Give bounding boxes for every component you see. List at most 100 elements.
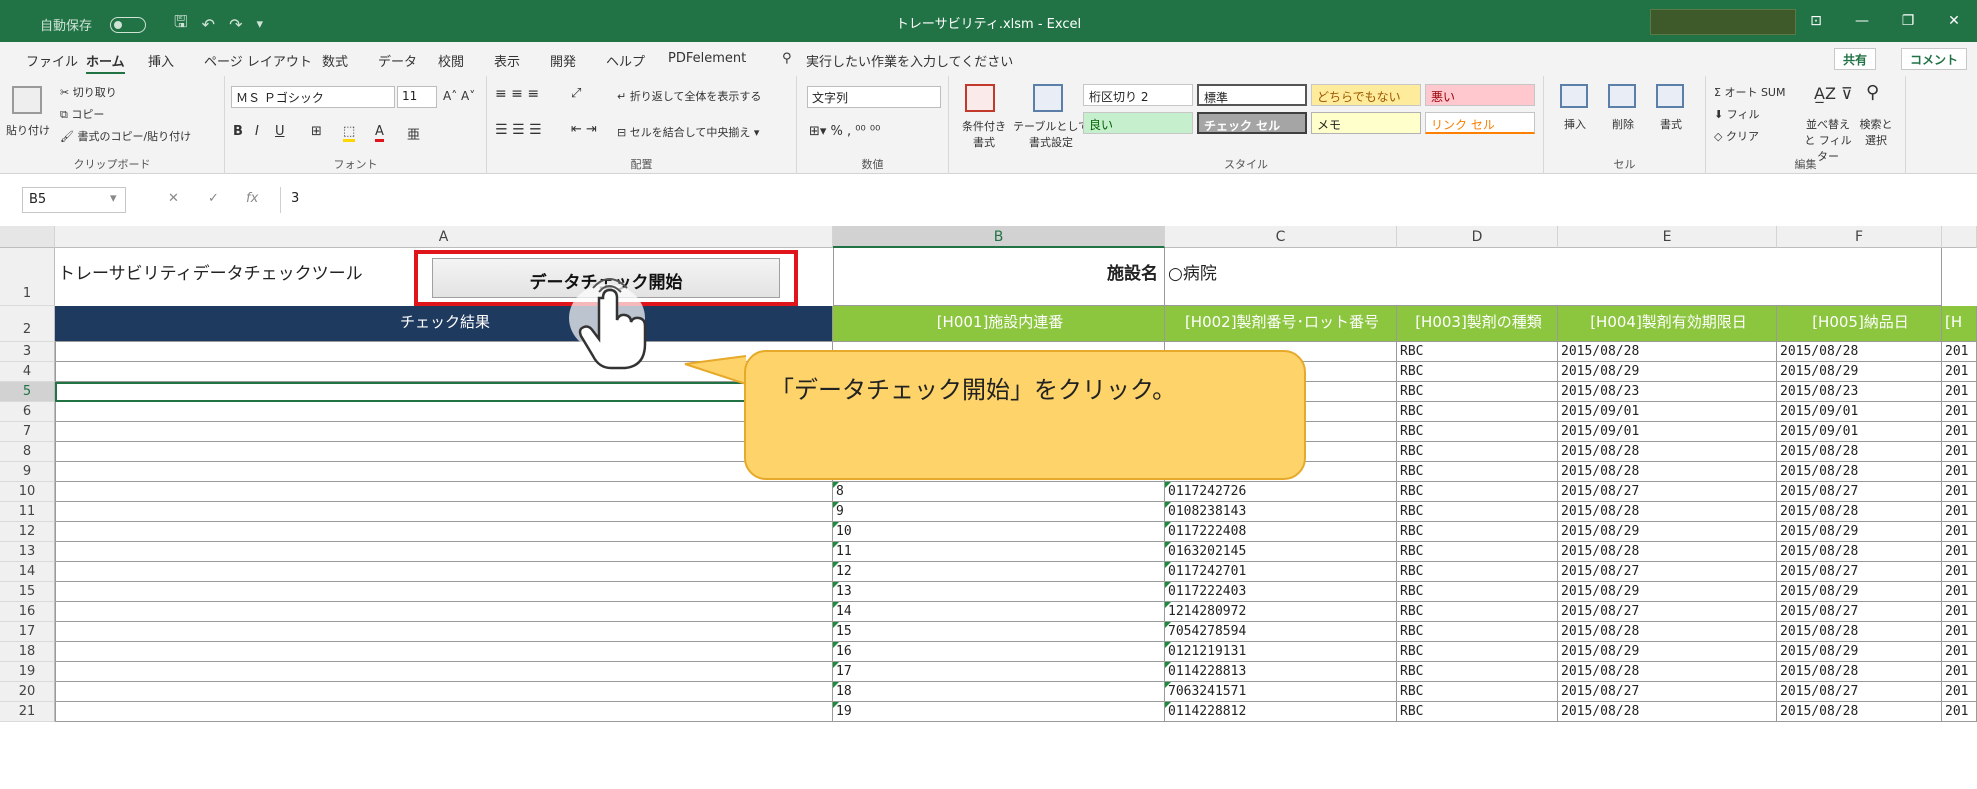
cell-check-result[interactable]	[55, 462, 833, 482]
cell-seq[interactable]: 16	[833, 642, 1165, 662]
cell-type[interactable]: RBC	[1397, 662, 1558, 682]
cell-delivery[interactable]: 2015/08/29	[1777, 642, 1942, 662]
cell-delivery[interactable]: 2015/08/29	[1777, 582, 1942, 602]
tab-insert[interactable]: 挿入	[148, 51, 174, 70]
cell-g[interactable]: 201	[1942, 582, 1977, 602]
cell-type[interactable]: RBC	[1397, 622, 1558, 642]
underline-icon[interactable]: U	[275, 124, 285, 139]
cell-lot[interactable]: 0117242701	[1165, 562, 1397, 582]
cell-g[interactable]: 201	[1942, 522, 1977, 542]
cell-delivery[interactable]: 2015/08/27	[1777, 482, 1942, 502]
format-as-table-icon[interactable]	[1033, 84, 1063, 112]
style-bad[interactable]: 悪い	[1425, 84, 1535, 106]
cell-check-result[interactable]	[55, 402, 833, 422]
tab-home[interactable]: ホーム	[86, 51, 125, 74]
cell-delivery[interactable]: 2015/08/28	[1777, 442, 1942, 462]
font-grow-icon[interactable]: A˄ A˅	[443, 89, 475, 103]
tab-view[interactable]: 表示	[494, 51, 520, 70]
cell-type[interactable]: RBC	[1397, 582, 1558, 602]
style-check-cell[interactable]: チェック セル	[1197, 112, 1307, 134]
row-header[interactable]: 20	[0, 682, 55, 702]
column-header-a[interactable]: A	[55, 226, 833, 248]
wrap-text-button[interactable]: ↵ 折り返して全体を表示する	[617, 88, 761, 104]
cell-g[interactable]: 201	[1942, 382, 1977, 402]
cell-type[interactable]: RBC	[1397, 462, 1558, 482]
format-as-table-button[interactable]: テーブルとして 書式設定	[1013, 118, 1089, 150]
row-header[interactable]: 15	[0, 582, 55, 602]
cell-delivery[interactable]: 2015/08/28	[1777, 502, 1942, 522]
cell-g[interactable]: 201	[1942, 682, 1977, 702]
font-color-icon[interactable]: A	[375, 124, 384, 142]
column-header-e[interactable]: E	[1558, 226, 1777, 248]
cell-expiry[interactable]: 2015/08/29	[1558, 522, 1777, 542]
number-format-select[interactable]: 文字列	[807, 86, 941, 108]
cell-check-result[interactable]	[55, 422, 833, 442]
cell-type[interactable]: RBC	[1397, 602, 1558, 622]
cell-delivery[interactable]: 2015/08/28	[1777, 702, 1942, 722]
tab-pdfelement[interactable]: PDFelement	[668, 51, 746, 66]
cell-seq[interactable]: 19	[833, 702, 1165, 722]
cell-lot[interactable]: 0121219131	[1165, 642, 1397, 662]
cell-check-result[interactable]	[55, 682, 833, 702]
cell-expiry[interactable]: 2015/08/28	[1558, 702, 1777, 722]
cell-seq[interactable]: 17	[833, 662, 1165, 682]
cell-delivery[interactable]: 2015/08/27	[1777, 562, 1942, 582]
cell-seq[interactable]: 12	[833, 562, 1165, 582]
cell-g[interactable]: 201	[1942, 662, 1977, 682]
row-header[interactable]: 21	[0, 702, 55, 722]
cell-lot[interactable]: 0163202145	[1165, 542, 1397, 562]
bold-icon[interactable]: B	[233, 124, 243, 139]
cell-expiry[interactable]: 2015/08/27	[1558, 682, 1777, 702]
cell-delivery[interactable]: 2015/08/28	[1777, 462, 1942, 482]
row-header[interactable]: 6	[0, 402, 55, 422]
row-header[interactable]: 11	[0, 502, 55, 522]
cell-expiry[interactable]: 2015/08/28	[1558, 462, 1777, 482]
cell-seq[interactable]: 10	[833, 522, 1165, 542]
conditional-format-icon[interactable]	[965, 84, 995, 112]
cell-lot[interactable]: 0108238143	[1165, 502, 1397, 522]
cell-seq[interactable]: 18	[833, 682, 1165, 702]
cell-g[interactable]: 201	[1942, 542, 1977, 562]
cell-type[interactable]: RBC	[1397, 482, 1558, 502]
cell-expiry[interactable]: 2015/09/01	[1558, 402, 1777, 422]
column-header-d[interactable]: D	[1397, 226, 1558, 248]
cell-lot[interactable]: 7054278594	[1165, 622, 1397, 642]
restore-icon[interactable]: ❐	[1885, 0, 1931, 42]
style-good[interactable]: 良い	[1083, 112, 1193, 134]
cell-g[interactable]: 201	[1942, 422, 1977, 442]
cell-check-result[interactable]	[55, 442, 833, 462]
style-normal[interactable]: 標準	[1197, 84, 1307, 106]
cell-delivery[interactable]: 2015/08/28	[1777, 622, 1942, 642]
cell-g[interactable]: 201	[1942, 462, 1977, 482]
cell-seq[interactable]: 9	[833, 502, 1165, 522]
fill-button[interactable]: ⬇ フィル	[1714, 106, 1760, 122]
cell-g[interactable]: 201	[1942, 562, 1977, 582]
row-header[interactable]: 10	[0, 482, 55, 502]
name-box-dropdown-icon[interactable]: ▾	[110, 191, 117, 206]
cell-delivery[interactable]: 2015/08/28	[1777, 342, 1942, 362]
cell-lot[interactable]: 1214280972	[1165, 602, 1397, 622]
cell-seq[interactable]: 14	[833, 602, 1165, 622]
row-header[interactable]: 5	[0, 382, 55, 402]
cell-check-result[interactable]	[55, 662, 833, 682]
column-header-b[interactable]: B	[833, 226, 1165, 248]
cell-seq[interactable]: 13	[833, 582, 1165, 602]
cell-delivery[interactable]: 2015/09/01	[1777, 422, 1942, 442]
style-linked-cell[interactable]: リンク セル	[1425, 112, 1535, 134]
cell-lot[interactable]: 0117222408	[1165, 522, 1397, 542]
row-header[interactable]: 7	[0, 422, 55, 442]
insert-cells-icon[interactable]	[1560, 84, 1588, 108]
cell-expiry[interactable]: 2015/08/28	[1558, 622, 1777, 642]
tab-review[interactable]: 校閲	[438, 51, 464, 70]
cell-expiry[interactable]: 2015/08/28	[1558, 542, 1777, 562]
align-left-icon[interactable]: ☰ ☰ ☰	[495, 122, 542, 138]
row-header[interactable]: 2	[0, 306, 55, 342]
cell-type[interactable]: RBC	[1397, 442, 1558, 462]
cell-type[interactable]: RBC	[1397, 542, 1558, 562]
row-header[interactable]: 12	[0, 522, 55, 542]
tab-data[interactable]: データ	[378, 51, 417, 70]
cell-delivery[interactable]: 2015/08/28	[1777, 542, 1942, 562]
cell-check-result[interactable]	[55, 602, 833, 622]
cell-type[interactable]: RBC	[1397, 382, 1558, 402]
enter-icon[interactable]: ✓	[208, 191, 219, 206]
